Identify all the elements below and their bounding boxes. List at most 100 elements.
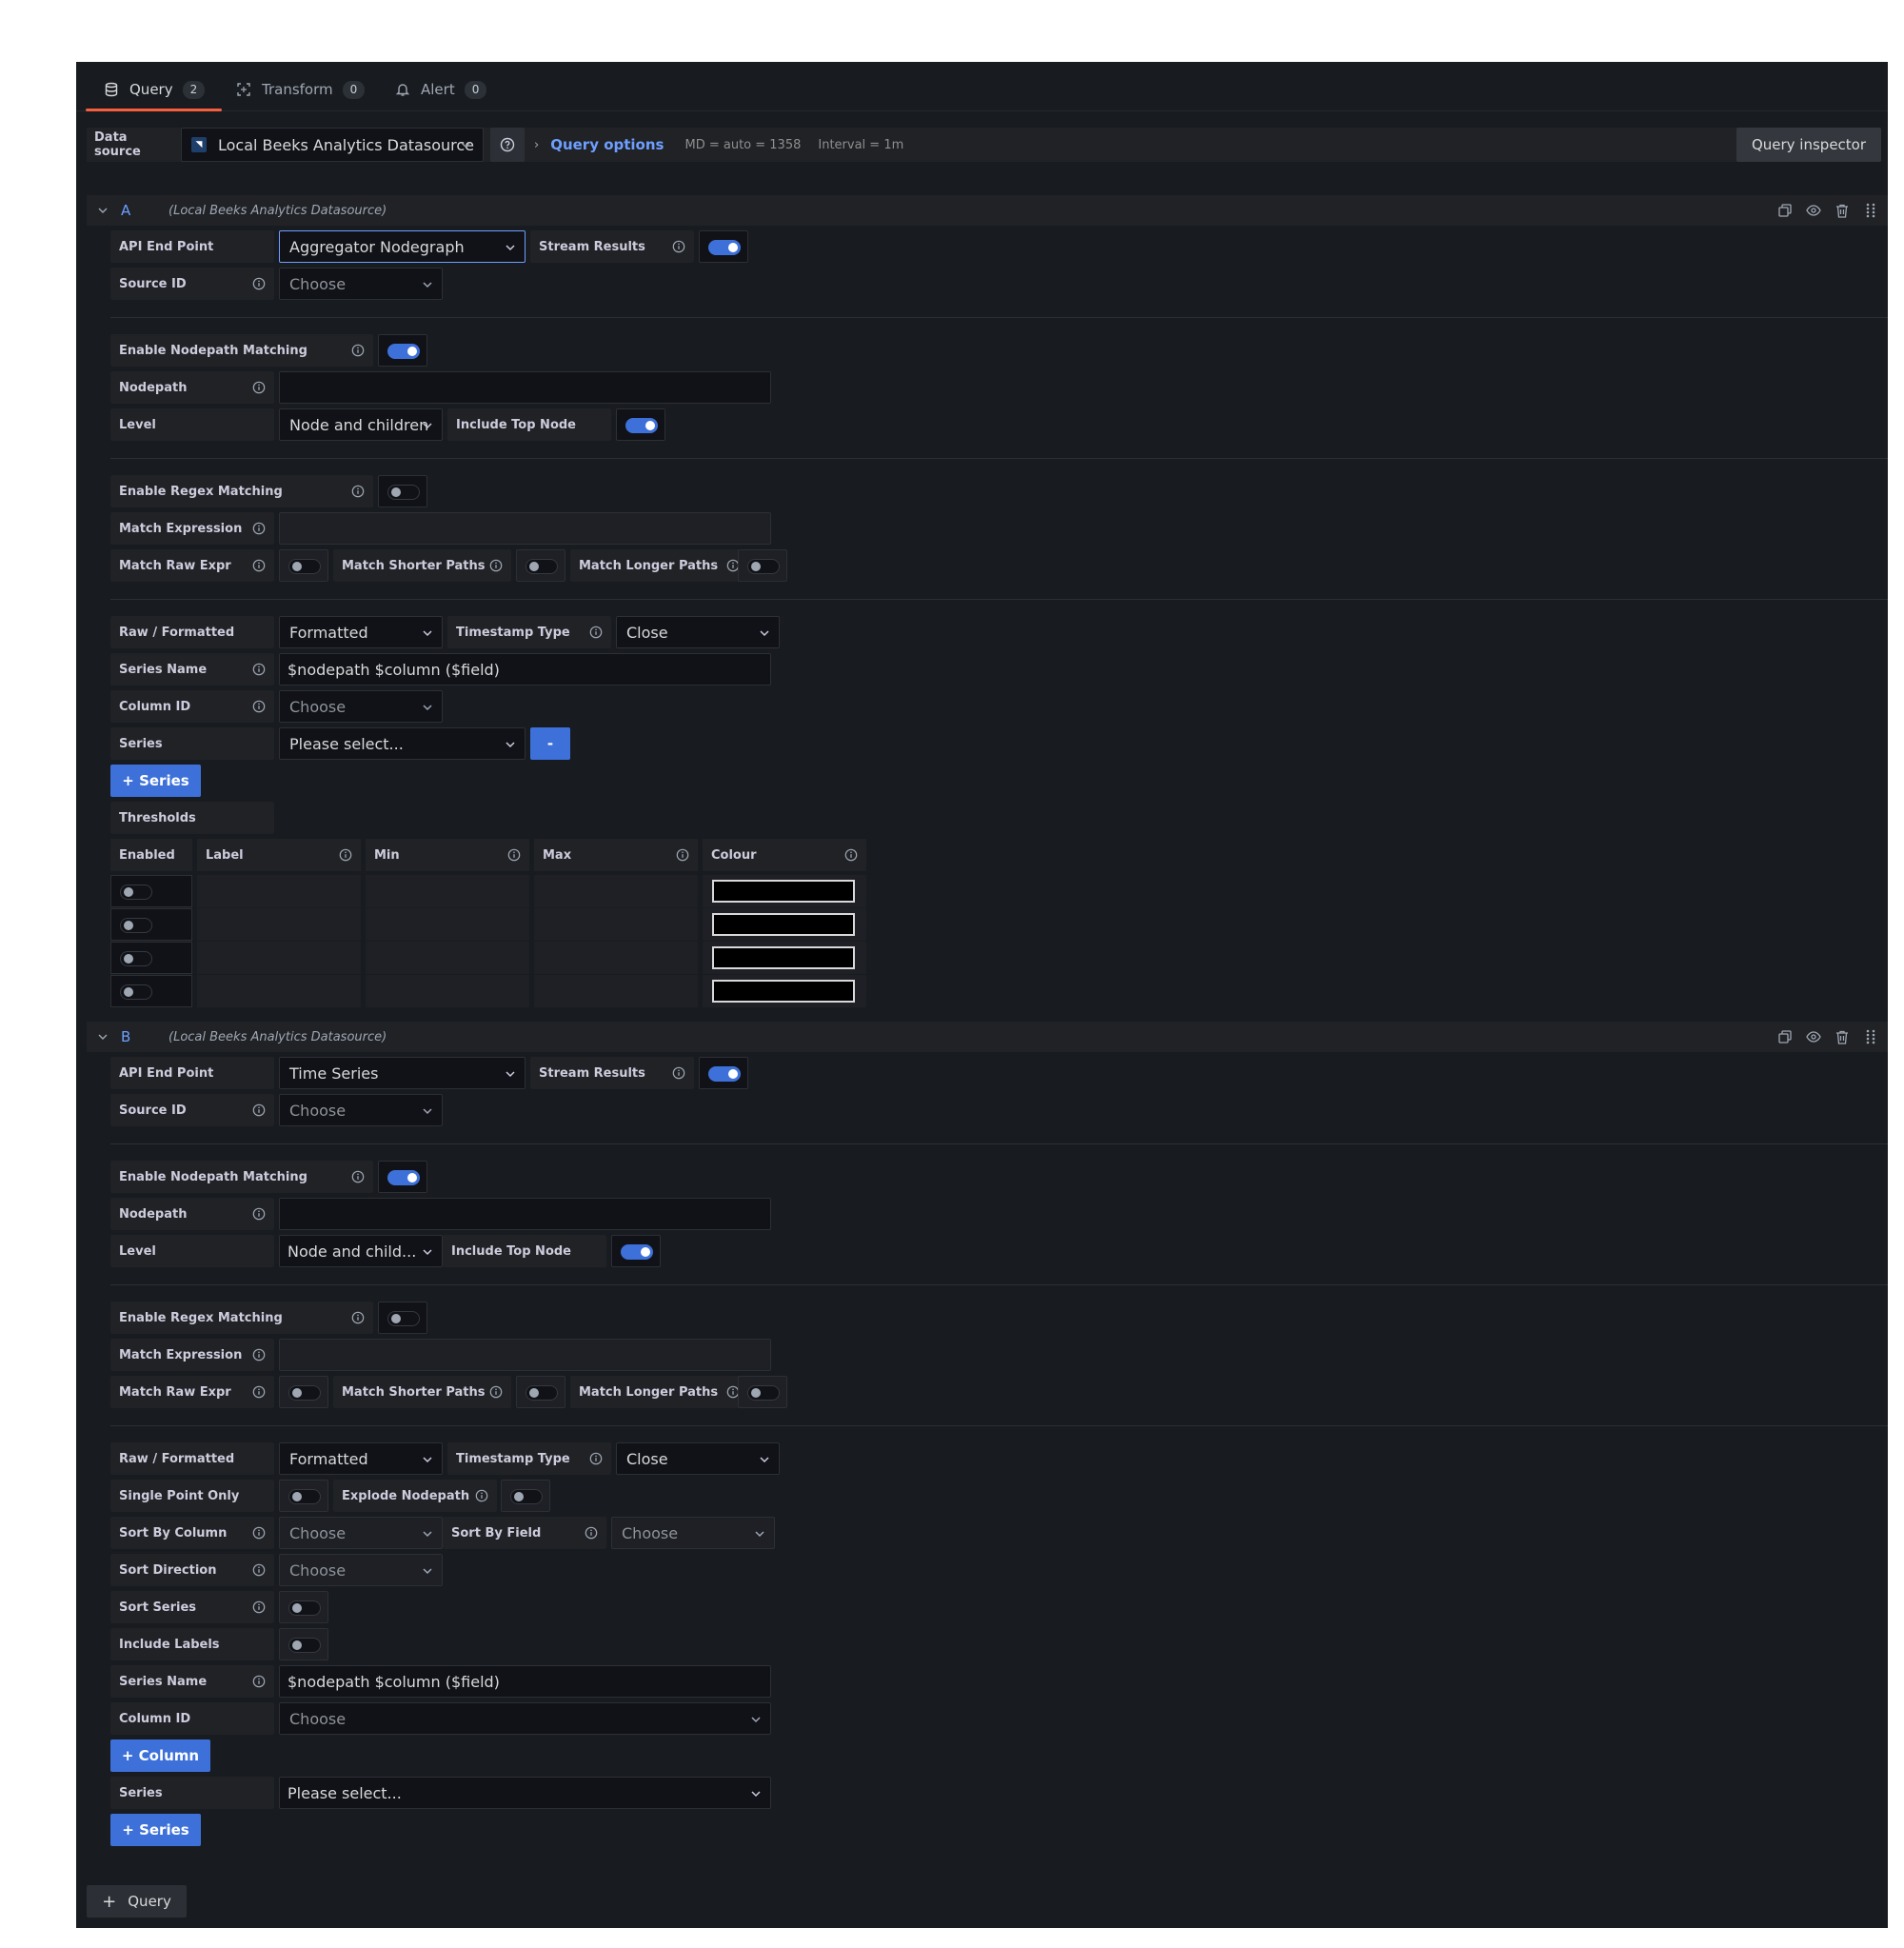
add-series-button[interactable]: + Series (110, 765, 201, 797)
sort-by-field-label-text: Sort By Field (451, 1525, 542, 1541)
query-options-md: MD = auto = 1358 (684, 137, 802, 152)
match-shorter-paths-toggle[interactable] (516, 549, 565, 582)
drag-handle-icon[interactable] (1863, 1028, 1878, 1045)
stream-results-toggle[interactable] (699, 1057, 748, 1089)
threshold-label-input[interactable] (197, 875, 361, 907)
match-longer-paths-toggle[interactable] (738, 1376, 787, 1408)
duplicate-icon[interactable] (1777, 1028, 1793, 1045)
series-name-input[interactable]: $nodepath $column ($field) (279, 1665, 771, 1698)
threshold-min-input[interactable] (366, 975, 529, 1007)
threshold-colour-swatch[interactable] (712, 913, 855, 936)
add-series-button[interactable]: + Series (110, 1814, 201, 1846)
sort-direction-select[interactable]: Choose (279, 1554, 443, 1586)
stream-results-toggle[interactable] (699, 230, 748, 263)
column-id-select[interactable]: Choose (279, 690, 443, 723)
threshold-label-input[interactable] (197, 908, 361, 941)
raw-formatted-select[interactable]: Formatted (279, 616, 443, 648)
add-column-button[interactable]: + Column (110, 1739, 210, 1772)
include-labels-toggle[interactable] (279, 1628, 328, 1660)
threshold-label-input[interactable] (197, 942, 361, 974)
match-longer-paths-toggle[interactable] (738, 549, 787, 582)
timestamp-type-label: Timestamp Type (447, 616, 611, 648)
threshold-max-input[interactable] (534, 942, 698, 974)
tab-query[interactable]: Query 2 (85, 81, 223, 111)
match-raw-expr-toggle[interactable] (279, 1376, 328, 1408)
tab-alert[interactable]: Alert 0 (394, 81, 487, 111)
remove-series-button[interactable]: - (530, 727, 570, 760)
sort-by-field-select[interactable]: Choose (611, 1517, 775, 1549)
explode-nodepath-toggle[interactable] (501, 1480, 550, 1512)
match-expression-input[interactable] (279, 512, 771, 545)
chevron-down-icon[interactable] (94, 205, 111, 216)
timestamp-type-select[interactable]: Close (616, 1442, 780, 1475)
match-longer-paths-label-text: Match Longer Paths (579, 558, 719, 573)
series-select[interactable]: Please select... (279, 727, 526, 760)
drag-handle-icon[interactable] (1863, 202, 1878, 219)
raw-formatted-select[interactable]: Formatted (279, 1442, 443, 1475)
query-options-toggle[interactable]: › Query options MD = auto = 1358 Interva… (534, 128, 921, 162)
info-icon (844, 848, 858, 862)
threshold-colour-swatch[interactable] (712, 880, 855, 903)
threshold-label-input[interactable] (197, 975, 361, 1007)
threshold-max-input[interactable] (534, 908, 698, 941)
query-row-header-a[interactable]: A (Local Beeks Analytics Datasource) (87, 195, 1888, 226)
timestamp-type-select[interactable]: Close (616, 616, 780, 648)
level-select[interactable]: Node and children (279, 408, 443, 441)
add-query-button[interactable]: + Query (87, 1885, 187, 1918)
nodepath-input[interactable] (279, 371, 771, 404)
sort-by-column-select[interactable]: Choose (279, 1517, 443, 1549)
eye-icon[interactable] (1806, 1028, 1821, 1045)
single-point-only-toggle[interactable] (279, 1480, 328, 1512)
threshold-max-input[interactable] (534, 975, 698, 1007)
series-select[interactable]: Please select... (279, 1777, 771, 1809)
source-id-select[interactable]: Choose (279, 268, 443, 300)
match-expression-input[interactable] (279, 1339, 771, 1371)
match-raw-expr-label-text: Match Raw Expr (119, 1384, 231, 1400)
threshold-enabled-toggle[interactable] (110, 975, 192, 1007)
level-select[interactable]: Node and child... (279, 1235, 443, 1267)
threshold-colour-swatch[interactable] (712, 980, 855, 1003)
timestamp-type-label: Timestamp Type (447, 1442, 611, 1475)
query-options-interval: Interval = 1m (818, 137, 904, 152)
enable-nodepath-label-text: Enable Nodepath Matching (119, 1169, 307, 1184)
datasource-picker[interactable]: ◥ Local Beeks Analytics Datasource (181, 128, 484, 162)
match-shorter-paths-toggle[interactable] (516, 1376, 565, 1408)
match-raw-expr-toggle[interactable] (279, 549, 328, 582)
query-row-header-b[interactable]: B (Local Beeks Analytics Datasource) (87, 1022, 1888, 1052)
chevron-down-icon (423, 1531, 432, 1538)
sort-series-toggle[interactable] (279, 1591, 328, 1623)
query-ref-id[interactable]: B (121, 1028, 169, 1045)
tab-alert-label: Alert (421, 81, 455, 98)
duplicate-icon[interactable] (1777, 202, 1793, 219)
threshold-enabled-toggle[interactable] (110, 875, 192, 907)
include-top-node-toggle[interactable] (611, 1235, 661, 1267)
query-ref-id[interactable]: A (121, 202, 169, 219)
api-end-point-select[interactable]: Time Series (279, 1057, 526, 1089)
timestamp-type-value: Close (626, 623, 668, 642)
info-icon (252, 663, 266, 676)
nodepath-input[interactable] (279, 1198, 771, 1230)
threshold-max-input[interactable] (534, 875, 698, 907)
enable-nodepath-toggle[interactable] (378, 334, 427, 367)
series-name-input[interactable]: $nodepath $column ($field) (279, 653, 771, 686)
source-id-select[interactable]: Choose (279, 1094, 443, 1126)
tab-transform[interactable]: Transform 0 (235, 81, 366, 111)
threshold-min-input[interactable] (366, 875, 529, 907)
threshold-min-input[interactable] (366, 908, 529, 941)
trash-icon[interactable] (1835, 1028, 1850, 1045)
query-inspector-button[interactable]: Query inspector (1736, 128, 1881, 162)
column-id-select[interactable]: Choose (279, 1702, 771, 1735)
threshold-enabled-toggle[interactable] (110, 942, 192, 974)
datasource-help-button[interactable] (490, 128, 525, 162)
include-top-node-toggle[interactable] (616, 408, 665, 441)
threshold-colour-swatch[interactable] (712, 946, 855, 969)
threshold-enabled-toggle[interactable] (110, 908, 192, 941)
eye-icon[interactable] (1806, 202, 1821, 219)
api-end-point-select[interactable]: Aggregator Nodegraph (279, 230, 526, 263)
enable-regex-toggle[interactable] (378, 475, 427, 507)
enable-regex-toggle[interactable] (378, 1302, 427, 1334)
threshold-min-input[interactable] (366, 942, 529, 974)
trash-icon[interactable] (1835, 202, 1850, 219)
enable-nodepath-toggle[interactable] (378, 1161, 427, 1193)
chevron-down-icon[interactable] (94, 1031, 111, 1043)
